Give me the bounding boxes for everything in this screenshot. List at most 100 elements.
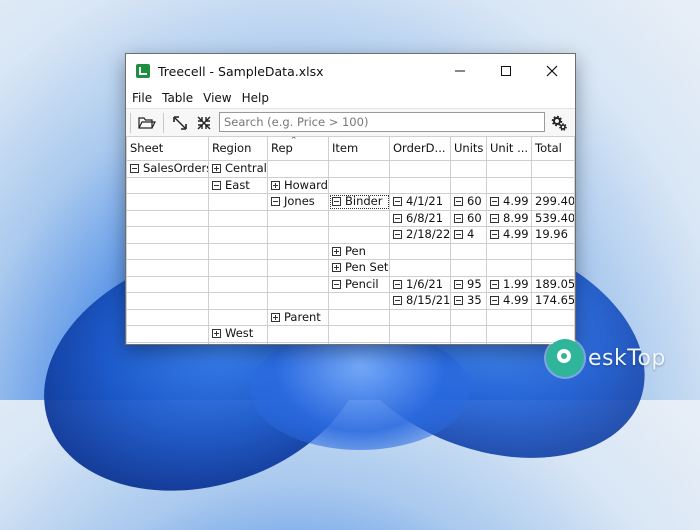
- cell-rep[interactable]: [267, 292, 329, 310]
- collapse-node-icon[interactable]: [393, 279, 402, 289]
- cell-rep[interactable]: [267, 209, 329, 227]
- cell-item[interactable]: Pen: [328, 242, 390, 260]
- cell-sheet[interactable]: [126, 209, 209, 227]
- cell-sheet[interactable]: [126, 226, 209, 244]
- cell-total[interactable]: 539.40: [531, 209, 575, 227]
- cell-item[interactable]: Pen Set: [328, 259, 390, 277]
- cell-item[interactable]: [328, 226, 390, 244]
- collapse-node-icon[interactable]: [130, 164, 139, 174]
- column-header-unit-price[interactable]: Unit ...: [486, 136, 532, 161]
- cell-rep[interactable]: Howard: [267, 176, 329, 194]
- cell-region[interactable]: Central: [208, 160, 268, 178]
- cell-orderdate[interactable]: [389, 259, 451, 277]
- cell-units[interactable]: 4: [450, 226, 487, 244]
- collapse-node-icon[interactable]: [393, 230, 402, 240]
- expand-node-icon[interactable]: [212, 164, 221, 174]
- cell-total[interactable]: 189.05: [531, 275, 575, 293]
- cell-units[interactable]: [450, 308, 487, 326]
- column-header-rep[interactable]: ⌃ Rep: [267, 136, 329, 161]
- collapse-node-icon[interactable]: [490, 197, 499, 207]
- cell-units[interactable]: [450, 242, 487, 260]
- collapse-node-icon[interactable]: [454, 213, 463, 223]
- column-header-orderdate[interactable]: OrderD...: [389, 136, 451, 161]
- cell-sheet[interactable]: [126, 176, 209, 194]
- cell-units[interactable]: 35: [450, 292, 487, 310]
- cell-unit-price[interactable]: 8.99: [486, 209, 532, 227]
- collapse-node-icon[interactable]: [490, 230, 499, 240]
- cell-unit-price[interactable]: [486, 160, 532, 178]
- column-header-units[interactable]: Units: [450, 136, 487, 161]
- maximize-button[interactable]: [483, 54, 529, 88]
- table-row[interactable]: [126, 341, 575, 344]
- cell-unit-price[interactable]: [486, 259, 532, 277]
- cell-unit-price[interactable]: 1.99: [486, 275, 532, 293]
- collapse-node-icon[interactable]: [454, 296, 463, 306]
- cell-sheet[interactable]: [126, 259, 209, 277]
- expand-node-icon[interactable]: [332, 246, 341, 256]
- cell-rep[interactable]: [267, 275, 329, 293]
- cell-region[interactable]: [208, 193, 268, 211]
- collapse-node-icon[interactable]: [393, 213, 402, 223]
- cell-total[interactable]: [531, 308, 575, 326]
- cell-rep[interactable]: [267, 341, 329, 344]
- cell-item[interactable]: [328, 325, 390, 343]
- close-button[interactable]: [529, 54, 575, 88]
- cell-region[interactable]: [208, 292, 268, 310]
- cell-item[interactable]: Pencil: [328, 275, 390, 293]
- cell-units[interactable]: 60: [450, 209, 487, 227]
- table-row[interactable]: Parent: [126, 308, 575, 326]
- cell-region[interactable]: [208, 209, 268, 227]
- cell-unit-price[interactable]: 4.99: [486, 226, 532, 244]
- cell-unit-price[interactable]: 4.99: [486, 193, 532, 211]
- settings-button[interactable]: [549, 113, 569, 133]
- menu-file[interactable]: File: [132, 91, 152, 105]
- table-row[interactable]: 2/18/22 4 4.99 19.96: [126, 226, 575, 244]
- cell-region[interactable]: [208, 275, 268, 293]
- table-row[interactable]: 8/15/21 35 4.99 174.65: [126, 292, 575, 310]
- cell-orderdate[interactable]: [389, 325, 451, 343]
- cell-region[interactable]: West: [208, 325, 268, 343]
- cell-orderdate[interactable]: [389, 176, 451, 194]
- cell-unit-price[interactable]: [486, 242, 532, 260]
- cell-rep[interactable]: [267, 226, 329, 244]
- menu-view[interactable]: View: [203, 91, 231, 105]
- table-row[interactable]: Pencil 1/6/21 95 1.99 189.05: [126, 275, 575, 293]
- cell-item[interactable]: [328, 209, 390, 227]
- cell-rep[interactable]: [267, 160, 329, 178]
- cell-item[interactable]: [328, 308, 390, 326]
- column-header-item[interactable]: Item: [328, 136, 390, 161]
- cell-region[interactable]: [208, 259, 268, 277]
- collapse-node-icon[interactable]: [393, 197, 402, 207]
- cell-units[interactable]: [450, 341, 487, 344]
- table-row[interactable]: Pen Set: [126, 259, 575, 277]
- cell-region[interactable]: [208, 341, 268, 344]
- cell-sheet[interactable]: [126, 341, 209, 344]
- column-header-region[interactable]: Region: [208, 136, 268, 161]
- menu-help[interactable]: Help: [242, 91, 269, 105]
- collapse-node-icon[interactable]: [490, 296, 499, 306]
- table-row[interactable]: Jones Binder 4/1/21 60 4.99 299.40: [126, 193, 575, 211]
- table-row[interactable]: 6/8/21 60 8.99 539.40: [126, 209, 575, 227]
- collapse-node-icon[interactable]: [393, 296, 402, 306]
- expand-all-button[interactable]: [168, 112, 192, 134]
- collapse-node-icon[interactable]: [332, 197, 341, 207]
- cell-sheet[interactable]: [126, 292, 209, 310]
- collapse-node-icon[interactable]: [454, 197, 463, 207]
- cell-orderdate[interactable]: 1/6/21: [389, 275, 451, 293]
- collapse-node-icon[interactable]: [212, 180, 221, 190]
- cell-item[interactable]: Binder: [328, 193, 390, 211]
- collapse-node-icon[interactable]: [490, 279, 499, 289]
- column-header-sheet[interactable]: Sheet: [126, 136, 209, 161]
- expand-node-icon[interactable]: [271, 180, 280, 190]
- table-row[interactable]: East Howard: [126, 176, 575, 194]
- cell-orderdate[interactable]: [389, 242, 451, 260]
- column-header-total[interactable]: Total: [531, 136, 575, 161]
- cell-total[interactable]: [531, 242, 575, 260]
- cell-units[interactable]: [450, 259, 487, 277]
- table-row[interactable]: SalesOrders Central: [126, 160, 575, 178]
- cell-sheet[interactable]: [126, 193, 209, 211]
- expand-node-icon[interactable]: [332, 263, 341, 273]
- collapse-all-button[interactable]: [192, 112, 216, 134]
- search-input[interactable]: [220, 113, 544, 131]
- cell-unit-price[interactable]: [486, 341, 532, 344]
